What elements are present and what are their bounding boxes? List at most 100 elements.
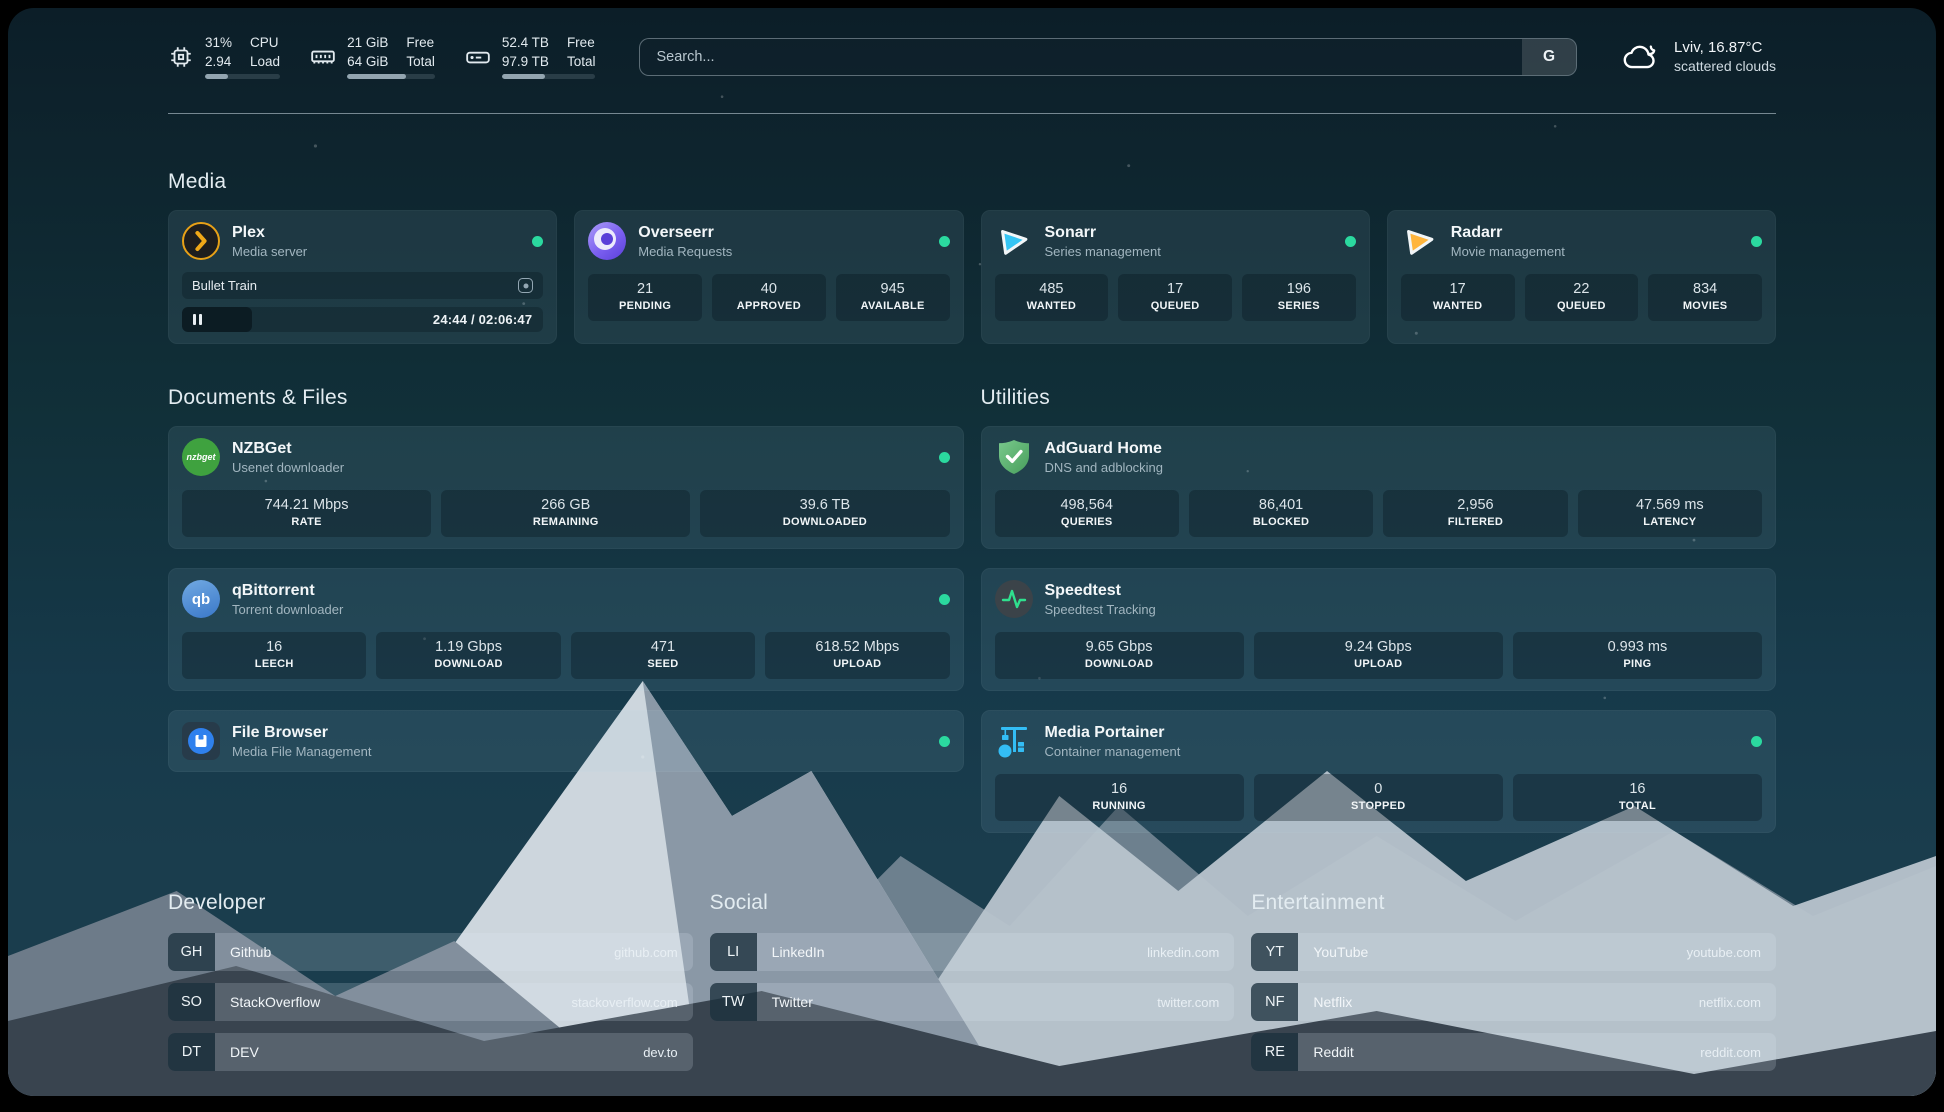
cpu-percent: 31% xyxy=(205,34,232,52)
service-name: File Browser xyxy=(232,723,371,742)
bookmark-dev[interactable]: DT DEV dev.to xyxy=(168,1033,693,1071)
service-desc: Usenet downloader xyxy=(232,460,344,475)
portainer-icon xyxy=(995,722,1033,760)
section-title-utilities: Utilities xyxy=(981,386,1777,410)
memory-free: 21 GiB xyxy=(347,34,388,52)
cpu-label-2: Load xyxy=(250,53,280,71)
service-card-nzbget[interactable]: nzbget NZBGet Usenet downloader 744.21 M… xyxy=(168,426,964,549)
service-card-speedtest[interactable]: Speedtest Speedtest Tracking 9.65 Gbps D… xyxy=(981,568,1777,691)
bookmark-abbr: GH xyxy=(168,933,215,971)
stat-stopped: 0 STOPPED xyxy=(1254,774,1503,821)
bookmark-name: LinkedIn xyxy=(757,933,825,971)
stat-value: 17 xyxy=(1122,281,1228,297)
stat-approved: 40 APPROVED xyxy=(712,274,826,321)
stat-label: SERIES xyxy=(1246,300,1352,312)
bookmark-url: reddit.com xyxy=(1700,1033,1776,1071)
bookmark-reddit[interactable]: RE Reddit reddit.com xyxy=(1251,1033,1776,1071)
section-title-media: Media xyxy=(168,170,1776,194)
bookmark-github[interactable]: GH Github github.com xyxy=(168,933,693,971)
overseerr-icon xyxy=(588,222,626,260)
search-bar: G xyxy=(639,38,1577,76)
service-desc: Speedtest Tracking xyxy=(1045,602,1156,617)
stat-seed: 471 SEED xyxy=(571,632,755,679)
memory-total: 64 GiB xyxy=(347,53,388,71)
bookmark-twitter[interactable]: TW Twitter twitter.com xyxy=(710,983,1235,1021)
stat-value: 1.19 Gbps xyxy=(380,639,556,655)
service-card-portainer[interactable]: Media Portainer Container management 16 … xyxy=(981,710,1777,833)
service-card-adguard[interactable]: AdGuard Home DNS and adblocking 498,564 … xyxy=(981,426,1777,549)
status-dot-online xyxy=(1345,236,1356,247)
now-playing-title: Bullet Train xyxy=(192,278,257,293)
resource-disk: 52.4 TB 97.9 TB Free Total xyxy=(465,34,596,79)
status-dot-online xyxy=(939,452,950,463)
stat-value: 196 xyxy=(1246,281,1352,297)
service-name: Media Portainer xyxy=(1045,723,1181,742)
status-dot-online xyxy=(939,736,950,747)
google-search-button[interactable]: G xyxy=(1522,39,1576,75)
memory-label-1: Free xyxy=(406,34,435,52)
service-card-sonarr[interactable]: Sonarr Series management 485 WANTED 17 Q… xyxy=(981,210,1370,344)
stat-label: WANTED xyxy=(1405,300,1511,312)
stat-label: DOWNLOADED xyxy=(704,516,945,528)
playback-progress-bar: 24:44 / 02:06:47 xyxy=(182,307,543,332)
stat-remaining: 266 GB REMAINING xyxy=(441,490,690,537)
bookmark-name: DEV xyxy=(215,1033,259,1071)
stat-label: PENDING xyxy=(592,300,698,312)
stat-label: REMAINING xyxy=(445,516,686,528)
stat-value: 21 xyxy=(592,281,698,297)
section-title-entertainment: Entertainment xyxy=(1251,891,1776,915)
nzbget-logo-text: nzbget xyxy=(187,452,216,462)
service-card-radarr[interactable]: Radarr Movie management 17 WANTED 22 QUE… xyxy=(1387,210,1776,344)
stat-wanted: 17 WANTED xyxy=(1401,274,1515,321)
weather-condition: scattered clouds xyxy=(1674,58,1776,74)
service-card-overseerr[interactable]: Overseerr Media Requests 21 PENDING 40 A… xyxy=(574,210,963,344)
nzbget-icon: nzbget xyxy=(182,438,220,476)
stat-label: QUEUED xyxy=(1529,300,1635,312)
service-name: AdGuard Home xyxy=(1045,439,1164,458)
service-name: Speedtest xyxy=(1045,581,1156,600)
stat-label: SEED xyxy=(575,658,751,670)
stat-value: 266 GB xyxy=(445,497,686,513)
bookmark-youtube[interactable]: YT YouTube youtube.com xyxy=(1251,933,1776,971)
stat-value: 9.65 Gbps xyxy=(999,639,1240,655)
search-input[interactable] xyxy=(640,39,1522,75)
status-dot-online xyxy=(939,594,950,605)
cpu-usage-bar xyxy=(205,74,280,79)
service-card-qbittorrent[interactable]: qb qBittorrent Torrent downloader 16 xyxy=(168,568,964,691)
stat-value: 2,956 xyxy=(1387,497,1563,513)
section-utilities: Utilities xyxy=(981,344,1777,833)
stat-queries: 498,564 QUERIES xyxy=(995,490,1179,537)
bookmark-name: StackOverflow xyxy=(215,983,320,1021)
stat-filtered: 2,956 FILTERED xyxy=(1383,490,1567,537)
weather-location: Lviv, 16.87°C xyxy=(1674,39,1776,56)
disk-usage-bar xyxy=(502,74,596,79)
stat-value: 485 xyxy=(999,281,1105,297)
stat-value: 744.21 Mbps xyxy=(186,497,427,513)
service-desc: Media server xyxy=(232,244,307,259)
stat-label: WANTED xyxy=(999,300,1105,312)
bookmark-url: youtube.com xyxy=(1687,933,1776,971)
header: 31% 2.94 CPU Load xyxy=(168,34,1776,79)
bookmark-url: netflix.com xyxy=(1699,983,1776,1021)
bookmark-linkedin[interactable]: LI LinkedIn linkedin.com xyxy=(710,933,1235,971)
stat-value: 16 xyxy=(999,781,1240,797)
bookmark-group-entertainment: Entertainment YT YouTube youtube.com NF … xyxy=(1251,891,1776,1083)
resource-labels: Free Total xyxy=(406,34,435,70)
bookmark-netflix[interactable]: NF Netflix netflix.com xyxy=(1251,983,1776,1021)
memory-icon xyxy=(310,44,336,70)
service-desc: Media Requests xyxy=(638,244,732,259)
service-desc: Torrent downloader xyxy=(232,602,343,617)
stat-series: 196 SERIES xyxy=(1242,274,1356,321)
stat-value: 17 xyxy=(1405,281,1511,297)
resource-values: 21 GiB 64 GiB xyxy=(347,34,388,70)
bookmark-stackoverflow[interactable]: SO StackOverflow stackoverflow.com xyxy=(168,983,693,1021)
stat-queued: 22 QUEUED xyxy=(1525,274,1639,321)
bookmark-abbr: NF xyxy=(1251,983,1298,1021)
service-card-filebrowser[interactable]: File Browser Media File Management xyxy=(168,710,964,772)
stat-value: 498,564 xyxy=(999,497,1175,513)
sonarr-icon xyxy=(995,222,1033,260)
service-desc: Movie management xyxy=(1451,244,1565,259)
service-card-plex[interactable]: Plex Media server Bullet Train 24:44 / 0… xyxy=(168,210,557,344)
service-desc: Media File Management xyxy=(232,744,371,759)
stat-total: 16 TOTAL xyxy=(1513,774,1762,821)
